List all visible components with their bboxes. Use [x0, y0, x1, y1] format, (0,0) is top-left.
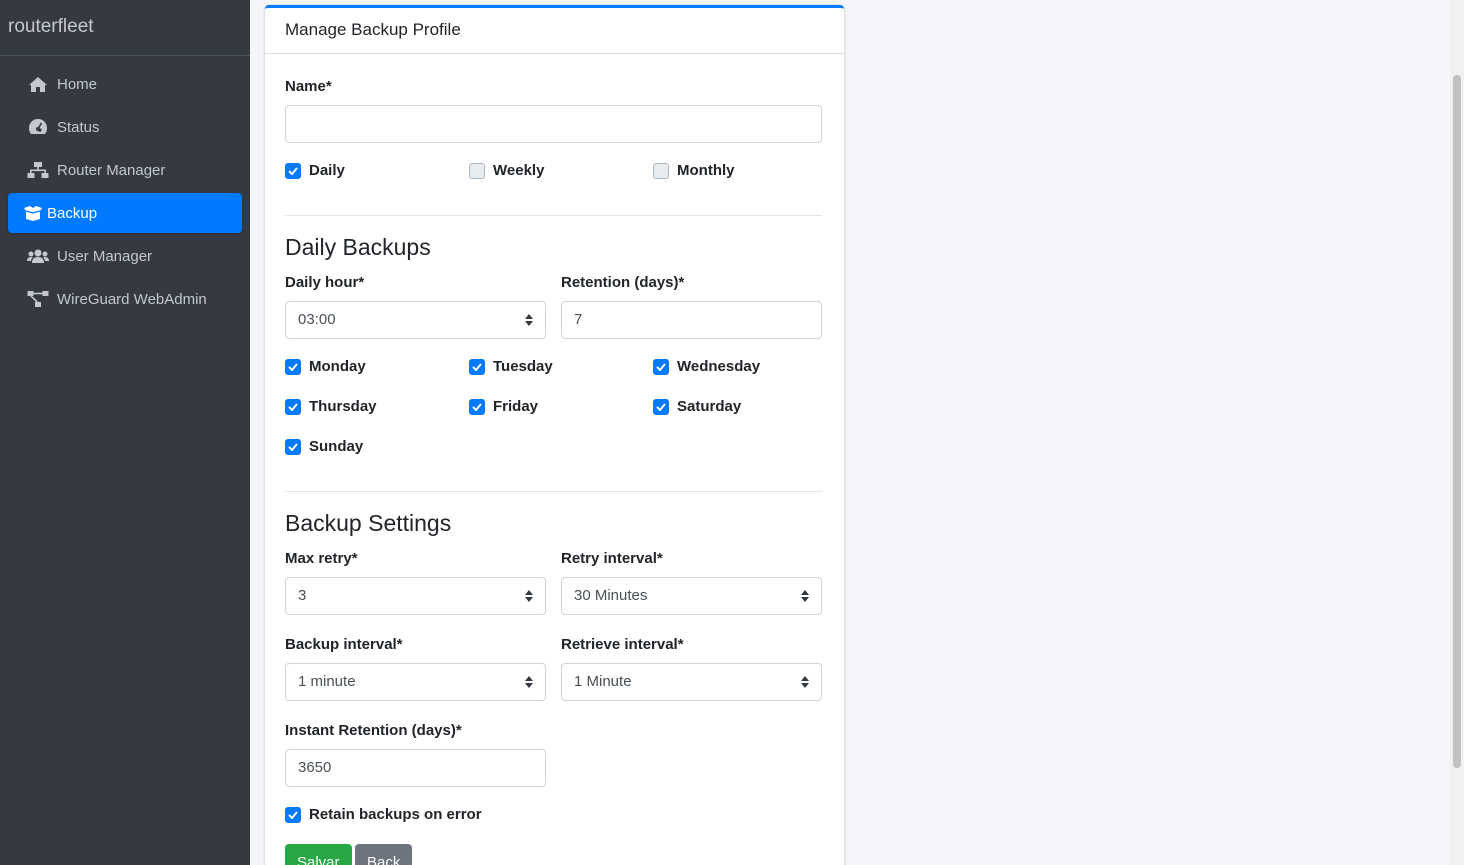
max-retry-label: Max retry* — [285, 550, 358, 567]
friday-label: Friday — [493, 398, 539, 415]
name-input[interactable] — [285, 105, 822, 143]
sidebar-item-label: Router Manager — [57, 161, 166, 179]
retain-on-error-checkbox[interactable]: Retain backups on error — [285, 806, 482, 823]
network-icon — [26, 160, 50, 180]
sidebar-item-label: Home — [57, 75, 98, 93]
monday-checkbox[interactable]: Monday — [285, 358, 366, 375]
sidebar-item-status[interactable]: Status — [8, 107, 242, 147]
retrieve-interval-select[interactable]: 1 Minute — [561, 663, 822, 701]
monthly-checkbox[interactable]: Monthly — [653, 162, 735, 179]
checkbox-checked[interactable] — [285, 806, 301, 823]
sidebar-item-user-manager[interactable]: User Manager — [8, 236, 242, 276]
friday-checkbox[interactable]: Friday — [469, 398, 538, 415]
sidebar: routerfleet Home Status Router Manager B… — [0, 0, 250, 865]
sidebar-item-label: Backup — [47, 204, 98, 222]
manage-backup-profile-card: Manage Backup Profile Name* Daily Weekly… — [265, 5, 844, 865]
tuesday-checkbox[interactable]: Tuesday — [469, 358, 553, 375]
checkbox-checked[interactable] — [469, 398, 485, 415]
retry-interval-label: Retry interval* — [561, 550, 663, 567]
sidebar-item-router-manager[interactable]: Router Manager — [8, 150, 242, 190]
backup-settings-title: Backup Settings — [285, 510, 452, 536]
sunday-checkbox[interactable]: Sunday — [285, 438, 363, 455]
daily-hour-select[interactable]: 03:00 — [285, 301, 546, 339]
sidebar-item-backup[interactable]: Backup — [8, 193, 242, 233]
weekly-label: Weekly — [493, 162, 545, 179]
monday-label: Monday — [309, 358, 366, 375]
sidebar-item-label: User Manager — [57, 247, 153, 265]
instant-retention-input[interactable]: 3650 — [285, 749, 546, 787]
back-button[interactable]: Back — [355, 844, 413, 865]
tachometer-icon — [26, 117, 50, 137]
divider — [285, 491, 822, 492]
daily-checkbox[interactable]: Daily — [285, 162, 345, 179]
daily-backups-title: Daily Backups — [285, 234, 431, 260]
retrieve-interval-label: Retrieve interval* — [561, 636, 684, 653]
retention-input[interactable]: 7 — [561, 301, 822, 339]
checkbox-checked[interactable] — [469, 358, 485, 375]
checkbox-checked[interactable] — [285, 162, 301, 179]
monthly-label: Monthly — [677, 162, 735, 179]
sidebar-item-wireguard-webadmin[interactable]: WireGuard WebAdmin — [8, 279, 242, 319]
checkbox-checked[interactable] — [285, 398, 301, 415]
page-scrollbar[interactable] — [1450, 0, 1464, 865]
tuesday-label: Tuesday — [493, 358, 553, 375]
name-label: Name* — [285, 78, 332, 95]
thursday-checkbox[interactable]: Thursday — [285, 398, 377, 415]
wednesday-checkbox[interactable]: Wednesday — [653, 358, 760, 375]
divider — [285, 215, 822, 216]
checkbox-checked[interactable] — [285, 438, 301, 455]
wednesday-label: Wednesday — [677, 358, 761, 375]
sidebar-item-label: Status — [57, 118, 100, 136]
retain-on-error-label: Retain backups on error — [309, 806, 482, 823]
daily-hour-label: Daily hour* — [285, 274, 365, 291]
max-retry-select[interactable]: 3 — [285, 577, 546, 615]
users-icon — [26, 246, 50, 266]
card-title: Manage Backup Profile — [265, 8, 844, 54]
checkbox-unchecked[interactable] — [653, 162, 669, 179]
saturday-checkbox[interactable]: Saturday — [653, 398, 741, 415]
retention-label: Retention (days)* — [561, 274, 685, 291]
brand-name[interactable]: routerfleet — [0, 0, 250, 56]
instant-retention-label: Instant Retention (days)* — [285, 722, 462, 739]
sidebar-item-label: WireGuard WebAdmin — [57, 290, 207, 308]
scrollbar-thumb[interactable] — [1453, 75, 1461, 768]
sidebar-nav: Home Status Router Manager Backup User M… — [0, 56, 250, 319]
saturday-label: Saturday — [677, 398, 742, 415]
sidebar-item-home[interactable]: Home — [8, 64, 242, 104]
backup-interval-select[interactable]: 1 minute — [285, 663, 546, 701]
home-icon — [26, 74, 50, 94]
project-diagram-icon — [26, 289, 50, 309]
sunday-label: Sunday — [309, 438, 364, 455]
checkbox-checked[interactable] — [285, 358, 301, 375]
backup-interval-label: Backup interval* — [285, 636, 403, 653]
box-open-icon — [23, 203, 43, 223]
retry-interval-select[interactable]: 30 Minutes — [561, 577, 822, 615]
checkbox-checked[interactable] — [653, 358, 669, 375]
checkbox-unchecked[interactable] — [469, 162, 485, 179]
checkbox-checked[interactable] — [653, 398, 669, 415]
thursday-label: Thursday — [309, 398, 377, 415]
daily-label: Daily — [309, 162, 345, 179]
weekly-checkbox[interactable]: Weekly — [469, 162, 544, 179]
save-button[interactable]: Salvar — [285, 844, 352, 865]
